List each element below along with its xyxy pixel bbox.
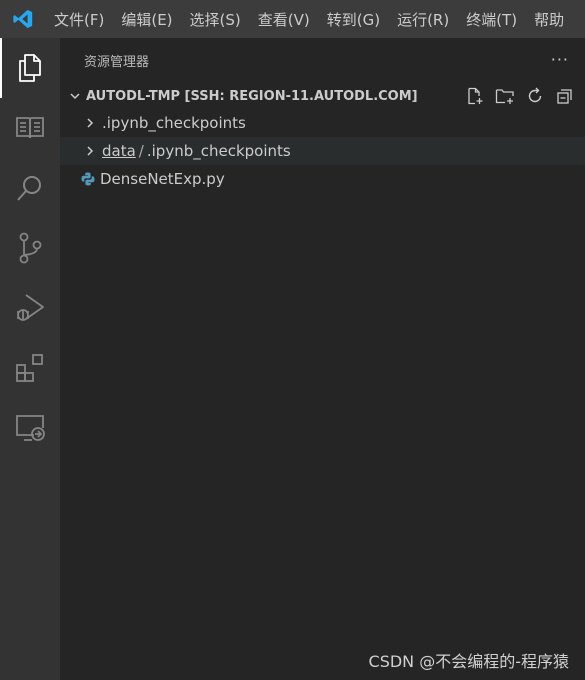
extensions-icon[interactable] [0,338,60,398]
chevron-right-icon [80,117,100,129]
sidebar-header: 资源管理器 ··· [60,38,585,83]
menu-go[interactable]: 转到(G) [319,0,389,38]
tree-item-ipynb-checkpoints[interactable]: .ipynb_checkpoints [60,109,585,137]
menu-help[interactable]: 帮助 [526,0,573,38]
book-icon[interactable] [0,98,60,158]
menu-file[interactable]: 文件(F) [46,0,113,38]
workspace-folder-name: AUTODL-TMP [SSH: REGION-11.AUTODL.COM] [86,88,418,104]
python-icon [78,172,98,186]
chevron-right-icon [80,145,100,157]
new-file-icon[interactable] [463,84,487,108]
explorer-icon[interactable] [0,38,60,98]
menu-selection[interactable]: 选择(S) [182,0,250,38]
compact-folder-segment-data[interactable]: data [102,142,136,160]
workspace-folder-header[interactable]: AUTODL-TMP [SSH: REGION-11.AUTODL.COM] [60,83,585,109]
compact-folder-separator: / [138,142,144,160]
chevron-down-icon [64,90,86,102]
tree-item-data-ipynb-checkpoints[interactable]: data / .ipynb_checkpoints [60,137,585,165]
watermark: CSDN @不会编程的-程序猿 [368,652,569,671]
search-icon[interactable] [0,158,60,218]
collapse-all-icon[interactable] [553,84,577,108]
folder-actions [463,84,577,108]
run-debug-icon[interactable] [0,278,60,338]
menu-bar: 文件(F) 编辑(E) 选择(S) 查看(V) 转到(G) 运行(R) 终端(T… [0,0,585,38]
menu-edit[interactable]: 编辑(E) [113,0,181,38]
menu-terminal[interactable]: 终端(T) [458,0,526,38]
source-control-icon[interactable] [0,218,60,278]
remote-explorer-icon[interactable] [0,398,60,458]
tree-item-label: DenseNetExp.py [100,170,225,188]
refresh-icon[interactable] [523,84,547,108]
tree-item-densenetexp-py[interactable]: DenseNetExp.py [60,165,585,193]
sidebar-title: 资源管理器 [84,55,150,70]
compact-folder-segment-checkpoints[interactable]: .ipynb_checkpoints [147,142,291,160]
menu-view[interactable]: 查看(V) [250,0,319,38]
new-folder-icon[interactable] [493,84,517,108]
tree-item-label: .ipynb_checkpoints [102,114,246,132]
explorer-sidebar: 资源管理器 ··· AUTODL-TMP [SSH: REGION-11.AUT… [60,38,585,680]
active-indicator [0,38,2,98]
activity-bar [0,38,60,680]
tree-item-label: data / .ipynb_checkpoints [102,142,291,160]
more-actions-icon[interactable]: ··· [551,50,569,69]
vscode-logo-icon[interactable] [0,0,46,38]
menu-run[interactable]: 运行(R) [389,0,458,38]
